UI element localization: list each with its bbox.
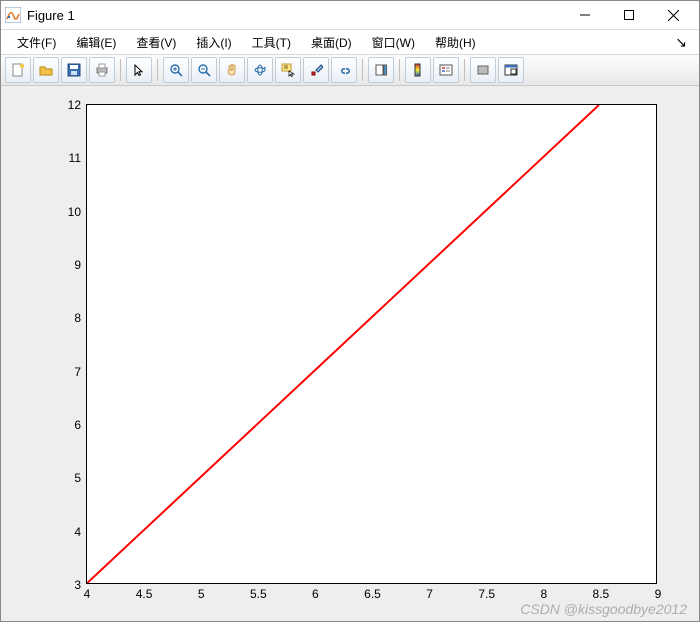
titlebar: Figure 1 bbox=[1, 1, 699, 30]
x-tick-label: 6.5 bbox=[364, 583, 381, 601]
y-tick-label: 5 bbox=[51, 471, 87, 485]
dock-icon[interactable] bbox=[498, 57, 524, 83]
y-tick-label: 9 bbox=[51, 258, 87, 272]
watermark: CSDN @kissgoodbye2012 bbox=[520, 601, 687, 617]
x-tick-label: 7.5 bbox=[478, 583, 495, 601]
menu-view[interactable]: 查看(V) bbox=[126, 32, 186, 53]
link-plots-icon[interactable] bbox=[331, 57, 357, 83]
x-tick-label: 8 bbox=[540, 583, 547, 601]
toolbar-separator bbox=[464, 59, 465, 81]
pan-hand-icon[interactable] bbox=[219, 57, 245, 83]
toolbar-separator bbox=[157, 59, 158, 81]
menubar-overflow-icon[interactable]: ↘ bbox=[675, 34, 693, 51]
save-icon[interactable] bbox=[61, 57, 87, 83]
y-tick-label: 8 bbox=[51, 311, 87, 325]
print-icon[interactable] bbox=[89, 57, 115, 83]
menu-insert[interactable]: 插入(I) bbox=[186, 32, 241, 53]
matlab-figure-icon bbox=[5, 7, 21, 23]
brush-icon[interactable] bbox=[303, 57, 329, 83]
x-tick-label: 5 bbox=[198, 583, 205, 601]
zoom-in-icon[interactable] bbox=[163, 57, 189, 83]
zoom-out-icon[interactable] bbox=[191, 57, 217, 83]
x-tick-label: 5.5 bbox=[250, 583, 267, 601]
menu-window[interactable]: 窗口(W) bbox=[362, 32, 425, 53]
y-tick-label: 11 bbox=[51, 151, 87, 165]
maximize-button[interactable] bbox=[607, 2, 651, 28]
chart-line bbox=[87, 105, 656, 583]
menubar: 文件(F) 编辑(E) 查看(V) 插入(I) 工具(T) 桌面(D) 窗口(W… bbox=[1, 30, 699, 55]
toolbar-separator bbox=[362, 59, 363, 81]
toolbar-separator bbox=[120, 59, 121, 81]
pointer-icon[interactable] bbox=[126, 57, 152, 83]
menu-desktop[interactable]: 桌面(D) bbox=[301, 32, 362, 53]
x-tick-label: 6 bbox=[312, 583, 319, 601]
menu-tools[interactable]: 工具(T) bbox=[242, 32, 301, 53]
x-tick-label: 4.5 bbox=[136, 583, 153, 601]
y-tick-label: 12 bbox=[51, 98, 87, 112]
y-tick-label: 10 bbox=[51, 205, 87, 219]
menu-file[interactable]: 文件(F) bbox=[7, 32, 66, 53]
legend-icon[interactable] bbox=[433, 57, 459, 83]
hide-tools-icon[interactable] bbox=[470, 57, 496, 83]
x-tick-label: 7 bbox=[426, 583, 433, 601]
figure-window: Figure 1 文件(F) 编辑(E) 查看(V) 插入(I) 工具(T) 桌… bbox=[0, 0, 700, 622]
y-tick-label: 4 bbox=[51, 525, 87, 539]
colorbar-icon[interactable] bbox=[405, 57, 431, 83]
rotate-3d-icon[interactable] bbox=[247, 57, 273, 83]
new-file-icon[interactable] bbox=[5, 57, 31, 83]
x-tick-label: 8.5 bbox=[593, 583, 610, 601]
open-folder-icon[interactable] bbox=[33, 57, 59, 83]
y-tick-label: 7 bbox=[51, 365, 87, 379]
x-tick-label: 9 bbox=[655, 583, 662, 601]
figure-canvas[interactable]: 345678910111244.555.566.577.588.59 CSDN … bbox=[1, 86, 699, 621]
menu-edit[interactable]: 编辑(E) bbox=[66, 32, 126, 53]
axes[interactable]: 345678910111244.555.566.577.588.59 bbox=[86, 104, 657, 584]
insert-colorbar-icon[interactable] bbox=[368, 57, 394, 83]
y-tick-label: 3 bbox=[51, 578, 87, 592]
toolbar-separator bbox=[399, 59, 400, 81]
x-tick-label: 4 bbox=[84, 583, 91, 601]
data-cursor-icon[interactable] bbox=[275, 57, 301, 83]
menu-help[interactable]: 帮助(H) bbox=[425, 32, 486, 53]
toolbar bbox=[1, 55, 699, 86]
window-title: Figure 1 bbox=[27, 8, 75, 23]
minimize-button[interactable] bbox=[563, 2, 607, 28]
y-tick-label: 6 bbox=[51, 418, 87, 432]
close-button[interactable] bbox=[651, 2, 695, 28]
